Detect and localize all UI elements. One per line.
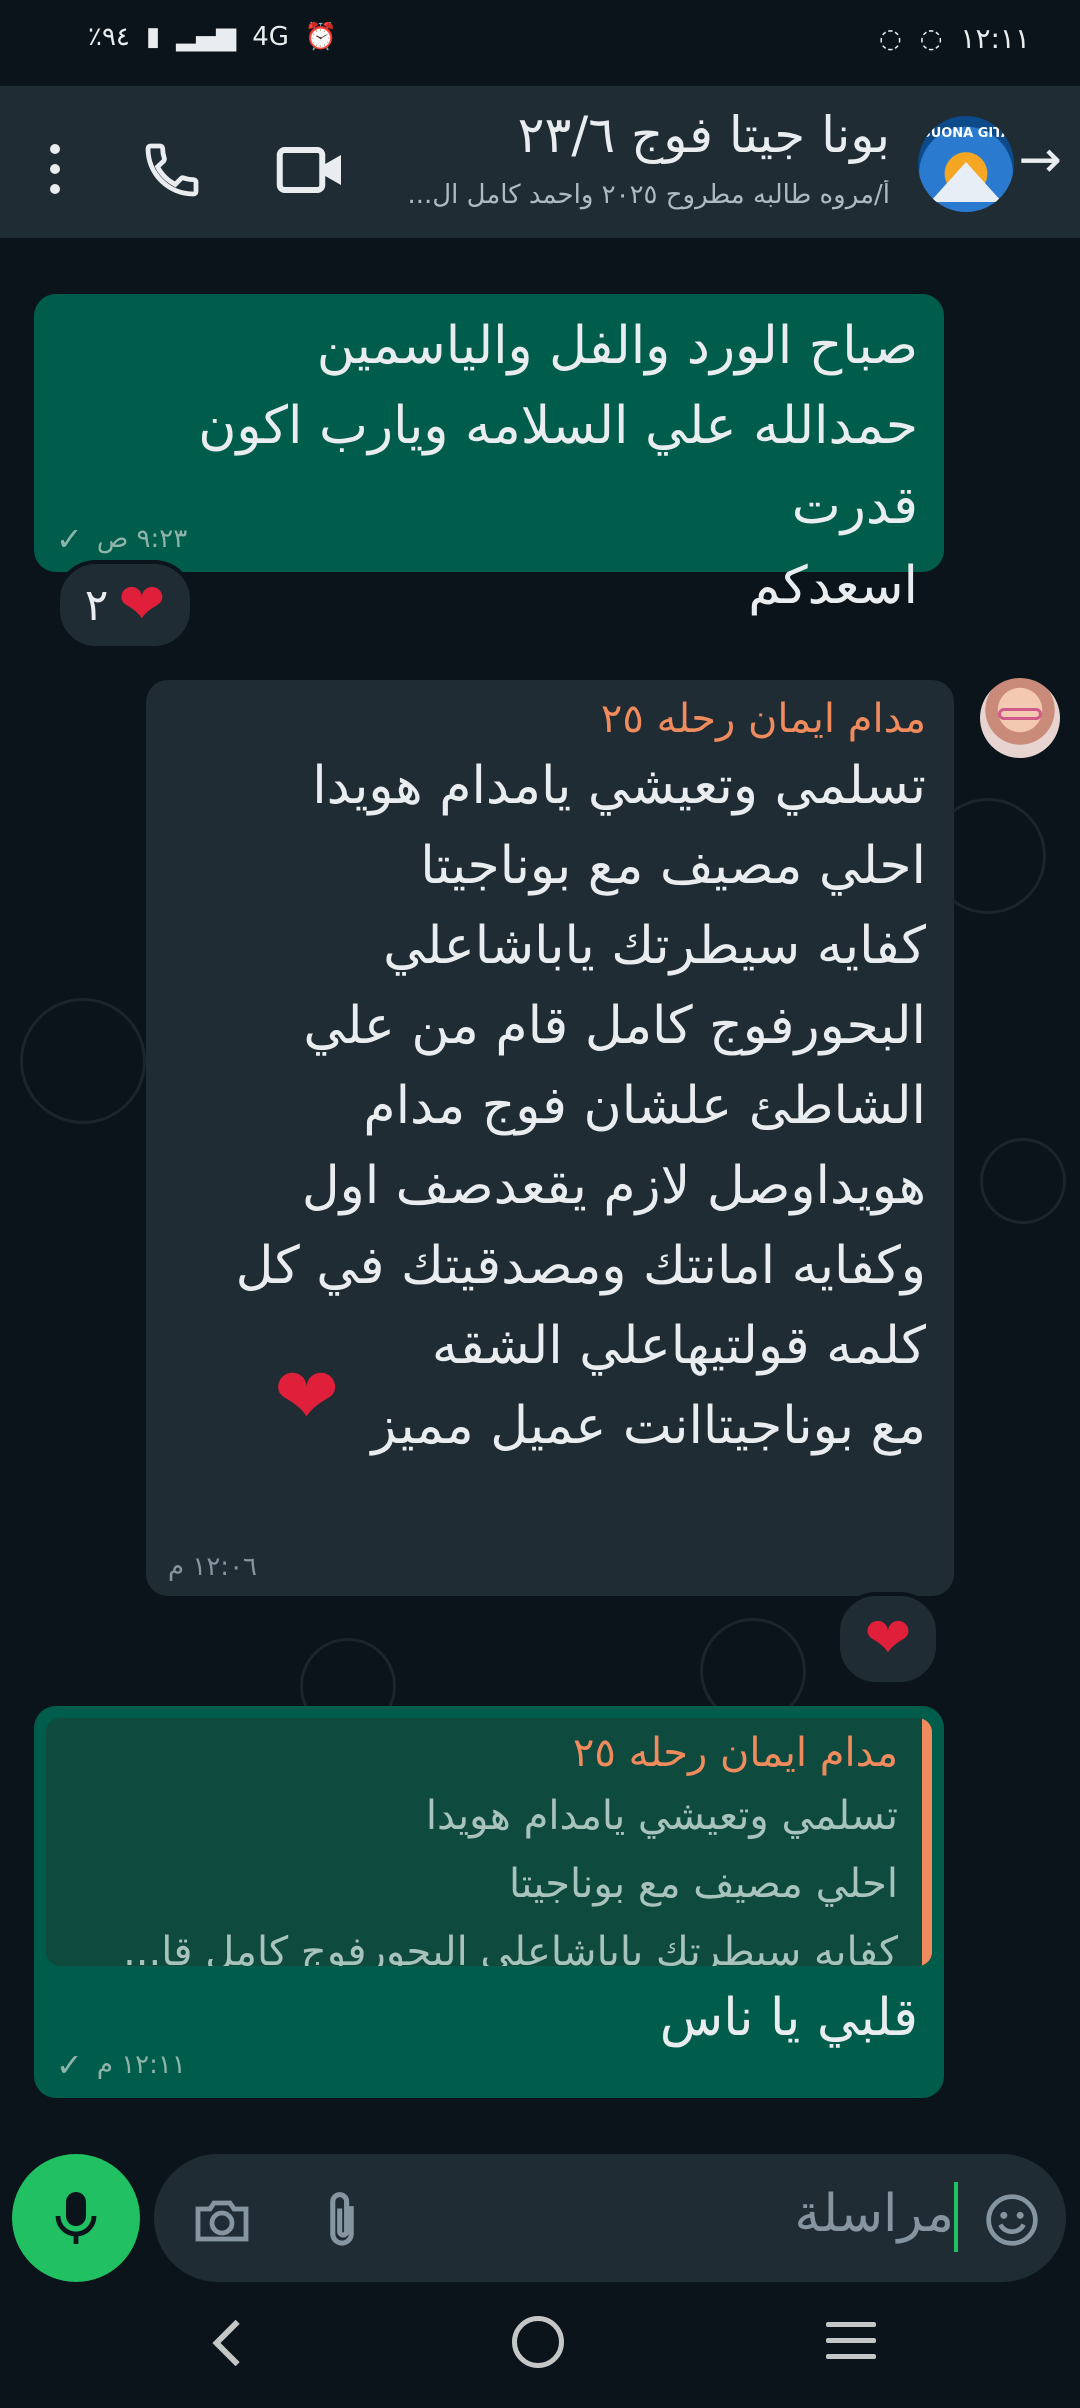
- quoted-message[interactable]: مدام ايمان رحله ٢٥ تسلمي وتعيشي يامدام ه…: [46, 1718, 932, 1966]
- sender-avatar[interactable]: [980, 678, 1060, 758]
- back-arrow-icon[interactable]: →: [1018, 130, 1062, 190]
- message-bubble-outgoing[interactable]: صباح الورد والفل والياسمين حمدالله علي ا…: [34, 294, 944, 616]
- status-right: ◌ ◌ ١٢:١١: [879, 22, 1030, 55]
- message-time: ١٢:٠٦ م: [168, 1552, 257, 1582]
- camera-icon[interactable]: [192, 2196, 252, 2246]
- battery-percent: ٪٩٤: [88, 22, 130, 52]
- chat-header: → BUONA GITA بونا جيتا فوج ٢٣/٦ أ/مروه ط…: [0, 86, 1080, 238]
- avatar-logo-text: BUONA GITA: [920, 126, 1012, 141]
- mic-button[interactable]: [12, 2154, 140, 2282]
- battery-icon: ▮: [145, 22, 161, 52]
- message-bubble-outgoing-reply[interactable]: مدام ايمان رحله ٢٥ تسلمي وتعيشي يامدام ه…: [34, 1706, 944, 2098]
- nav-back-icon[interactable]: [208, 2318, 248, 2368]
- heart-icon: ❤: [118, 572, 166, 637]
- chat-subtitle[interactable]: أ/مروه طالبه مطروح ٢٠٢٥ واحمد كامل ال...: [407, 180, 890, 210]
- system-nav-bar: [0, 2282, 1080, 2408]
- reaction-count: ٢: [84, 579, 109, 631]
- mic-icon: [55, 2192, 97, 2244]
- chat-title[interactable]: بونا جيتا فوج ٢٣/٦: [518, 106, 890, 164]
- voice-call-icon[interactable]: [140, 138, 204, 202]
- status-bar: ٪٩٤ ▮ ▂▄▆ 4G ⏰ ◌ ◌ ١٢:١١: [0, 0, 1080, 86]
- group-avatar[interactable]: BUONA GITA: [918, 116, 1014, 212]
- sent-check-icon: ✓: [56, 2046, 83, 2084]
- reaction-badge[interactable]: ٢ ❤: [56, 560, 194, 650]
- more-options-icon[interactable]: [50, 144, 60, 204]
- status-left: ٪٩٤ ▮ ▂▄▆ 4G ⏰: [88, 22, 337, 52]
- whatsapp-icon: ◌: [919, 23, 943, 54]
- text-cursor: [954, 2182, 958, 2252]
- quote-sender-name: مدام ايمان رحله ٢٥: [572, 1730, 898, 1776]
- sender-name[interactable]: مدام ايمان رحله ٢٥: [601, 696, 926, 742]
- emoji-sticker-icon[interactable]: [984, 2192, 1040, 2248]
- quote-accent-bar: [922, 1718, 932, 1966]
- video-call-icon[interactable]: [276, 142, 346, 198]
- nav-recents-icon[interactable]: [826, 2322, 876, 2370]
- message-meta: ✓ ١٢:١١ م: [56, 2046, 186, 2084]
- nav-home-icon[interactable]: [512, 2316, 564, 2368]
- quote-text: تسلمي وتعيشي يامدام هويدا احلي مصيف مع ب…: [123, 1793, 898, 1966]
- sent-check-icon: ✓: [56, 520, 83, 558]
- message-meta: ✓ ٩:٢٣ ص: [56, 520, 187, 558]
- alarm-icon: ⏰: [304, 22, 338, 52]
- message-text: تسلمي وتعيشي يامدام هويدا احلي مصيف مع ب…: [235, 756, 926, 1456]
- input-placeholder: مراسلة: [794, 2184, 954, 2244]
- signal-icon: ▂▄▆: [176, 22, 237, 52]
- chat-area[interactable]: صباح الورد والفل والياسمين حمدالله علي ا…: [0, 238, 1080, 2150]
- message-time: ١٢:١١ م: [96, 2050, 186, 2080]
- heart-icon: ❤: [864, 1606, 912, 1671]
- composer-bar: مراسلة: [0, 2150, 1080, 2282]
- status-time: ١٢:١١: [960, 22, 1030, 55]
- message-text: قلبي يا ناس: [659, 1988, 918, 2048]
- heart-emoji: ❤: [274, 1352, 340, 1442]
- attach-icon[interactable]: [320, 2190, 364, 2250]
- whatsapp-business-icon: ◌: [879, 23, 902, 54]
- message-time: ٩:٢٣ ص: [96, 524, 188, 554]
- message-bubble-incoming[interactable]: مدام ايمان رحله ٢٥ تسلمي وتعيشي يامدام ه…: [146, 680, 954, 1596]
- message-meta: ١٢:٠٦ م: [168, 1552, 257, 1582]
- message-input[interactable]: مراسلة: [154, 2154, 1066, 2282]
- network-type: 4G: [252, 22, 289, 52]
- reaction-badge[interactable]: ❤: [836, 1592, 940, 1686]
